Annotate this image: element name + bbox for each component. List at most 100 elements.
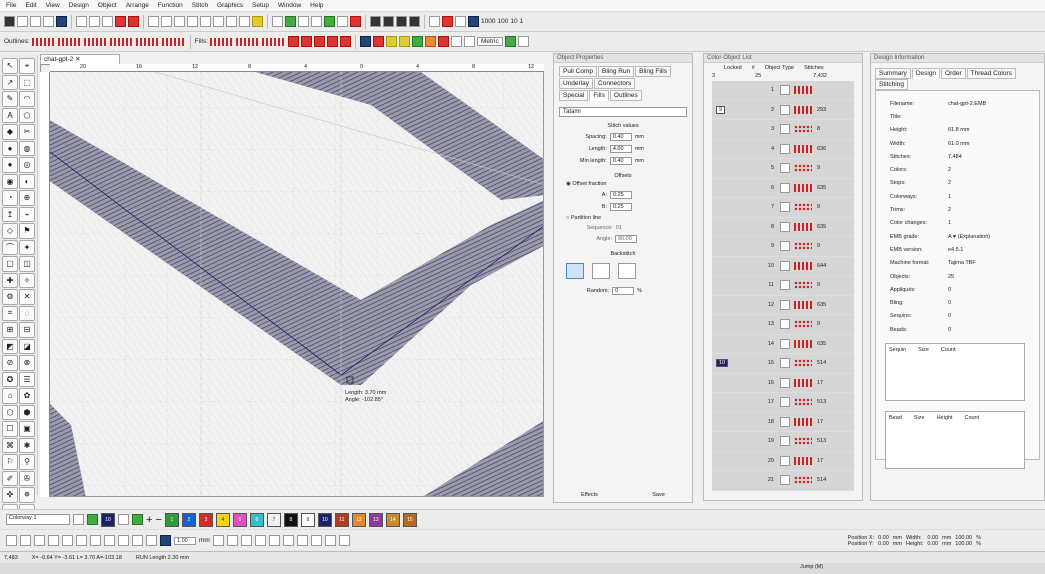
backstitch-option-2-icon[interactable] <box>592 263 610 279</box>
zoom4-icon[interactable] <box>187 16 198 27</box>
object-row[interactable]: 16 17 <box>712 374 854 393</box>
tool-27-icon[interactable]: ✚ <box>2 272 18 288</box>
tool-32-icon[interactable]: ◌ <box>19 305 35 321</box>
outline-bean-sample[interactable] <box>57 37 82 46</box>
tool-37-icon[interactable]: ⊘ <box>2 355 18 371</box>
measure-icon[interactable] <box>504 36 516 47</box>
thread-swatch[interactable]: 4 <box>215 512 230 527</box>
arrange6-icon[interactable] <box>104 535 115 546</box>
a-input[interactable]: 0.25 <box>610 191 632 199</box>
tab-stitching[interactable]: Stitching <box>875 79 908 90</box>
tool-40-icon[interactable]: ☰ <box>19 371 35 387</box>
thread-swatch[interactable]: 9 <box>300 512 315 527</box>
height-percent-input[interactable]: 100.00 <box>955 541 972 547</box>
zoom5-icon[interactable] <box>200 16 211 27</box>
tool-1-icon[interactable]: ↖ <box>2 58 18 74</box>
arrange5-icon[interactable] <box>90 535 101 546</box>
thread-swatch[interactable]: 10 <box>317 512 332 527</box>
stitch2-icon[interactable] <box>128 16 139 27</box>
object-row[interactable]: 21 514 <box>712 471 854 491</box>
save-icon[interactable] <box>43 16 54 27</box>
tool-5-icon[interactable]: ✎ <box>2 91 18 107</box>
tool-53-icon[interactable]: ✜ <box>2 487 18 503</box>
current-color-swatch[interactable]: 10 <box>101 512 115 527</box>
angle-input[interactable]: 90.00 <box>615 235 637 243</box>
tab-special[interactable]: Special <box>559 90 589 101</box>
length-input[interactable]: 4.00 <box>609 145 632 153</box>
object-row[interactable]: 59 <box>712 159 854 179</box>
fill-satin-sample[interactable] <box>210 37 235 46</box>
outline-motif-sample[interactable] <box>109 37 134 46</box>
arrange1-icon[interactable] <box>34 535 45 546</box>
grid-icon[interactable] <box>272 16 283 27</box>
tool-35-icon[interactable]: ◩ <box>2 338 18 354</box>
tool-8-icon[interactable]: ⬠ <box>19 107 35 123</box>
figure2-icon[interactable] <box>468 16 479 27</box>
thread-swatch[interactable]: 14 <box>385 512 400 527</box>
arrow-up-icon[interactable] <box>370 16 381 27</box>
arrange2-icon[interactable] <box>48 535 59 546</box>
tool-24-icon[interactable]: ✦ <box>19 239 35 255</box>
zoom8-icon[interactable] <box>239 16 250 27</box>
tool-23-icon[interactable]: ⌒ <box>2 239 18 255</box>
info-icon[interactable] <box>4 16 15 27</box>
thread-swatch[interactable]: 11 <box>334 512 349 527</box>
cut-icon[interactable] <box>76 16 87 27</box>
fill-radial-icon[interactable] <box>327 36 339 47</box>
object-row[interactable]: 9 2 293 <box>712 101 854 120</box>
tool-47-icon[interactable]: ⌘ <box>2 437 18 453</box>
height-input[interactable]: 0.00 <box>927 541 938 547</box>
tab-underlay[interactable]: Underlay <box>559 78 594 89</box>
pen-icon[interactable] <box>373 36 385 47</box>
group-icon[interactable] <box>6 535 17 546</box>
tool-51-icon[interactable]: ✐ <box>2 470 18 486</box>
zoom6-icon[interactable] <box>213 16 224 27</box>
tool-48-icon[interactable]: ✱ <box>19 437 35 453</box>
fill-contour-icon[interactable] <box>340 36 352 47</box>
tab-bling-fills[interactable]: Bling Fills <box>635 66 671 77</box>
align-icon[interactable] <box>429 16 440 27</box>
menu-item-stitch[interactable]: Stitch <box>192 2 208 9</box>
add-color-icon[interactable]: + <box>146 514 152 526</box>
b-input[interactable]: 0.25 <box>610 203 632 211</box>
tool-26-icon[interactable]: ◫ <box>19 256 35 272</box>
object-row[interactable]: 17 513 <box>712 393 854 413</box>
zoom3-icon[interactable] <box>174 16 185 27</box>
tool-50-icon[interactable]: ⚲ <box>19 454 35 470</box>
color-seq-icon[interactable] <box>160 535 171 546</box>
tab-outlines[interactable]: Outlines <box>609 90 642 101</box>
save-button[interactable]: Save <box>652 492 665 498</box>
tool-31-icon[interactable]: ⌗ <box>2 305 18 321</box>
view2-icon[interactable] <box>311 16 322 27</box>
outline-icon[interactable] <box>338 535 350 546</box>
flip-icon[interactable] <box>296 535 308 546</box>
object-row[interactable]: 99 <box>712 237 854 257</box>
tool-4-icon[interactable]: ⬚ <box>19 74 35 90</box>
sequence-icon[interactable] <box>442 16 453 27</box>
tool-18-icon[interactable]: ⊕ <box>19 190 35 206</box>
object-row[interactable]: 38 <box>712 120 854 140</box>
fill-type-select[interactable]: Tatami <box>559 107 687 117</box>
heart-icon[interactable] <box>438 36 450 47</box>
arrange3-icon[interactable] <box>62 535 73 546</box>
align2-icon[interactable] <box>226 535 238 546</box>
object-row[interactable]: 13 9 <box>712 315 854 335</box>
min-length-input[interactable]: 0.40 <box>609 157 632 165</box>
tab-fills[interactable]: Fills <box>589 90 609 101</box>
tab-pull-comp[interactable]: Pull Comp <box>559 66 597 77</box>
arrange9-icon[interactable] <box>146 535 157 546</box>
object-row[interactable]: 8 635 <box>712 218 854 237</box>
object-row[interactable]: 19 513 <box>712 432 854 452</box>
mirror-icon[interactable] <box>268 535 280 546</box>
new-icon[interactable] <box>17 16 28 27</box>
object-row[interactable]: 14 635 <box>712 335 854 354</box>
backstitch-option-1-icon[interactable] <box>566 263 584 279</box>
colorway-select[interactable]: Colorway 1 <box>6 514 70 525</box>
figure-icon[interactable] <box>455 16 466 27</box>
weld-icon[interactable] <box>310 535 322 546</box>
tool-10-icon[interactable]: ✂ <box>19 124 35 140</box>
fill-tatami-sample[interactable] <box>236 37 261 46</box>
tool-19-icon[interactable]: ↥ <box>2 206 18 222</box>
show-icon[interactable] <box>285 16 296 27</box>
open-icon[interactable] <box>30 16 41 27</box>
